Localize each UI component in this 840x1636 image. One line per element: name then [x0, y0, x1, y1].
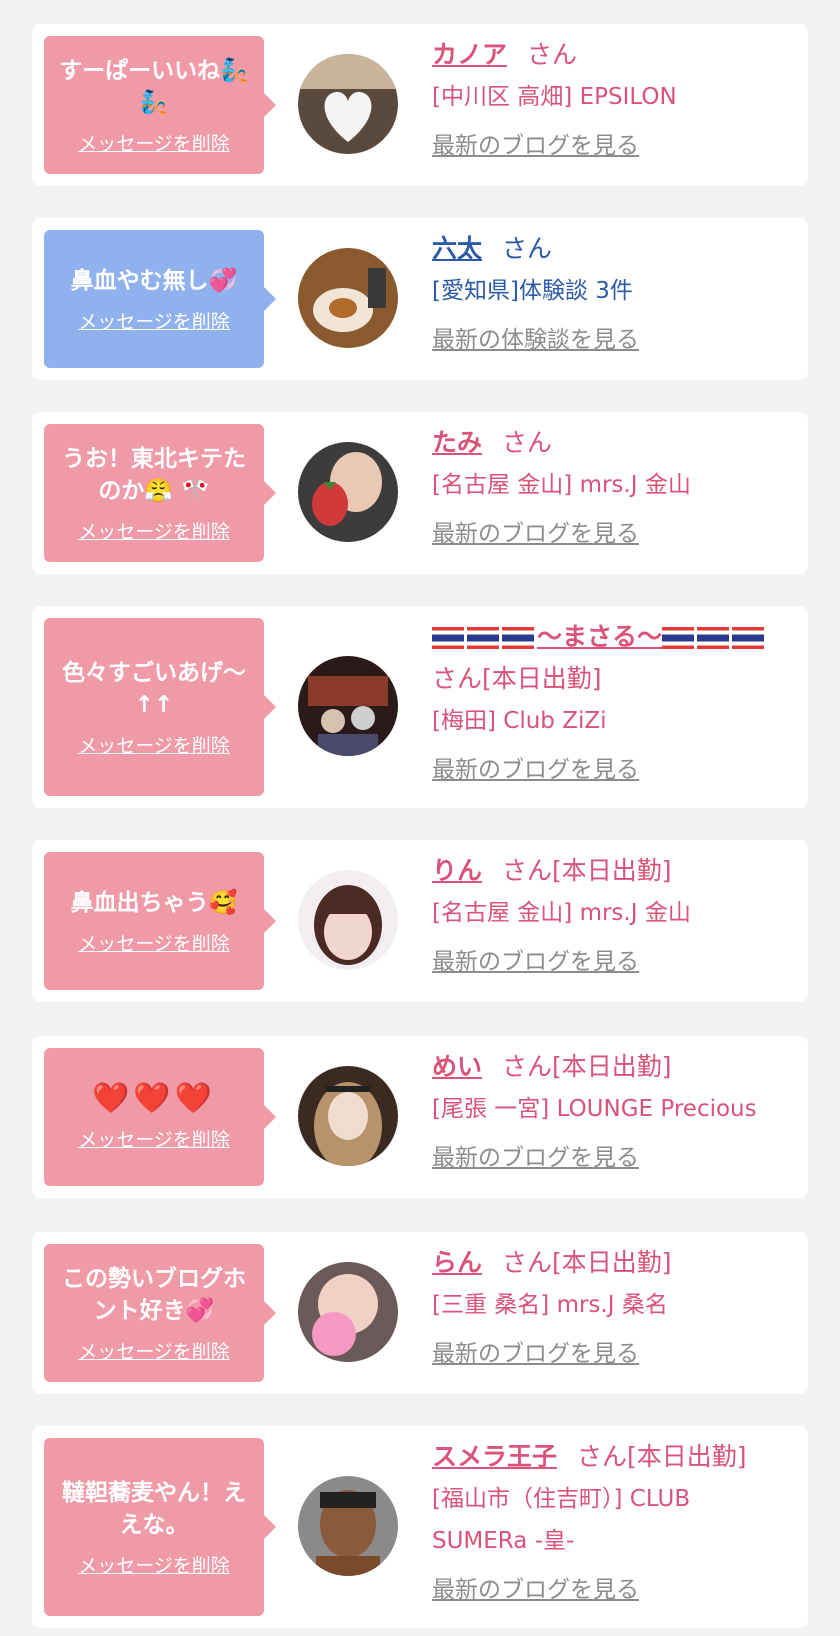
honorific: さん	[527, 40, 578, 69]
avatar[interactable]	[298, 54, 398, 154]
delete-message-link[interactable]: メッセージを削除	[78, 517, 230, 544]
message-bubble: この勢いブログホント好き💞 メッセージを削除	[44, 1244, 276, 1382]
honorific: さん	[502, 234, 553, 263]
profile-name-link[interactable]: スメラ王子	[432, 1442, 557, 1471]
message-text: うお！東北キテたのか😤 🎌	[62, 445, 246, 504]
honorific: さん[本日出勤]	[432, 664, 602, 693]
message-text: 鼻血やむ無し💞	[70, 267, 238, 294]
message-card: 韃靼蕎麦やん！ええな。 メッセージを削除 スメラ王子 さん[本日出勤] [福山市（…	[32, 1426, 808, 1628]
thai-flag-icon	[662, 627, 695, 649]
thai-flag-icon	[432, 627, 464, 649]
delete-message-link[interactable]: メッセージを削除	[78, 1337, 230, 1364]
message-list: すーぱーいいね🧞🧞 メッセージを削除 カノア さん [中川区 高畑] EPSILO…	[0, 0, 840, 1636]
latest-blog-link[interactable]: 最新のブログを見る	[432, 1570, 639, 1604]
message-card: 鼻血やむ無し💞 メッセージを削除 六太 さん [愛知県]体験談 3件 最新の体験談…	[32, 218, 808, 380]
profile-name-link[interactable]: カノア	[432, 40, 507, 69]
profile-info: めい さん[本日出勤] [尾張 一宮] LOUNGE Precious 最新のブロ…	[432, 1046, 788, 1172]
profile-name-link[interactable]: めい	[432, 1052, 482, 1081]
honorific: さん[本日出勤]	[502, 1052, 672, 1081]
latest-blog-link[interactable]: 最新のブログを見る	[432, 1138, 639, 1172]
message-bubble: 色々すごいあげ〜↑↑ メッセージを削除	[44, 618, 276, 796]
latest-blog-link[interactable]: 最新のブログを見る	[432, 942, 639, 976]
profile-info: らん さん[本日出勤] [三重 桑名] mrs.J 桑名 最新のブログを見る	[432, 1242, 788, 1368]
shop-label: [尾張 一宮] LOUNGE Precious	[432, 1096, 757, 1122]
delete-message-link[interactable]: メッセージを削除	[78, 307, 230, 334]
profile-info: りん さん[本日出勤] [名古屋 金山] mrs.J 金山 最新のブログを見る	[432, 850, 788, 976]
message-card: この勢いブログホント好き💞 メッセージを削除 らん さん[本日出勤] [三重 桑名…	[32, 1232, 808, 1394]
avatar[interactable]	[298, 1262, 398, 1362]
thai-flag-icon	[467, 627, 499, 649]
avatar[interactable]	[298, 656, 398, 756]
honorific: さん[本日出勤]	[577, 1442, 747, 1471]
profile-name-link[interactable]: 〜まさる〜	[432, 622, 767, 651]
message-card: 鼻血出ちゃう🥰 メッセージを削除 りん さん[本日出勤] [名古屋 金山] mrs…	[32, 840, 808, 1002]
latest-blog-link[interactable]: 最新のブログを見る	[432, 1334, 639, 1368]
latest-review-link[interactable]: 最新の体験談を見る	[432, 320, 639, 354]
profile-name-link[interactable]: らん	[432, 1248, 482, 1277]
profile-info: 〜まさる〜 さん[本日出勤] [梅田] Club ZiZi 最新のブログを見る	[432, 616, 788, 784]
profile-name-link[interactable]: たみ	[432, 428, 482, 457]
message-bubble: うお！東北キテたのか😤 🎌 メッセージを削除	[44, 424, 276, 562]
honorific: さん[本日出勤]	[502, 856, 672, 885]
message-bubble: すーぱーいいね🧞🧞 メッセージを削除	[44, 36, 276, 174]
message-text: すーぱーいいね🧞🧞	[59, 57, 249, 116]
message-text: 鼻血出ちゃう🥰	[70, 889, 238, 916]
delete-message-link[interactable]: メッセージを削除	[78, 1125, 230, 1152]
latest-blog-link[interactable]: 最新のブログを見る	[432, 514, 639, 548]
profile-info: たみ さん [名古屋 金山] mrs.J 金山 最新のブログを見る	[432, 422, 788, 548]
message-bubble: 鼻血やむ無し💞 メッセージを削除	[44, 230, 276, 368]
thai-flag-icon	[502, 627, 534, 649]
message-text: この勢いブログホント好き💞	[62, 1265, 246, 1324]
avatar[interactable]	[298, 1476, 398, 1576]
message-card: ❤️❤️❤️ メッセージを削除 めい さん[本日出勤] [尾張 一宮] LOUNG…	[32, 1036, 808, 1198]
delete-message-link[interactable]: メッセージを削除	[78, 929, 230, 956]
profile-info: スメラ王子 さん[本日出勤] [福山市（住吉町）] CLUB SUMERa -皇-…	[432, 1436, 788, 1604]
avatar[interactable]	[298, 870, 398, 970]
message-text: ❤️❤️❤️	[91, 1080, 217, 1116]
message-text: 韃靼蕎麦やん！ええな。	[62, 1479, 246, 1538]
profile-info: カノア さん [中川区 高畑] EPSILON 最新のブログを見る	[432, 34, 788, 160]
message-bubble: ❤️❤️❤️ メッセージを削除	[44, 1048, 276, 1186]
avatar[interactable]	[298, 1066, 398, 1166]
honorific: さん[本日出勤]	[502, 1248, 672, 1277]
message-card: うお！東北キテたのか😤 🎌 メッセージを削除 たみ さん [名古屋 金山] mrs…	[32, 412, 808, 574]
delete-message-link[interactable]: メッセージを削除	[78, 1551, 230, 1578]
shop-label: [名古屋 金山] mrs.J 金山	[432, 472, 691, 498]
message-card: 色々すごいあげ〜↑↑ メッセージを削除 〜まさる〜 さん[本日出勤] [梅田] …	[32, 606, 808, 808]
message-text: 色々すごいあげ〜↑↑	[62, 659, 246, 718]
profile-name-link[interactable]: 六太	[432, 234, 482, 263]
profile-name-text: 〜まさる〜	[537, 622, 663, 651]
profile-name-link[interactable]: りん	[432, 856, 482, 885]
latest-blog-link[interactable]: 最新のブログを見る	[432, 126, 639, 160]
message-card: すーぱーいいね🧞🧞 メッセージを削除 カノア さん [中川区 高畑] EPSILO…	[32, 24, 808, 186]
shop-label: [愛知県]体験談 3件	[432, 278, 633, 304]
profile-info: 六太 さん [愛知県]体験談 3件 最新の体験談を見る	[432, 228, 788, 354]
delete-message-link[interactable]: メッセージを削除	[78, 129, 230, 156]
shop-label: [三重 桑名] mrs.J 桑名	[432, 1292, 668, 1318]
shop-label: [中川区 高畑] EPSILON	[432, 84, 677, 110]
honorific: さん	[502, 428, 553, 457]
message-bubble: 韃靼蕎麦やん！ええな。 メッセージを削除	[44, 1438, 276, 1616]
message-bubble: 鼻血出ちゃう🥰 メッセージを削除	[44, 852, 276, 990]
avatar[interactable]	[298, 442, 398, 542]
shop-label: [梅田] Club ZiZi	[432, 708, 607, 734]
avatar[interactable]	[298, 248, 398, 348]
thai-flag-icon	[697, 627, 730, 649]
latest-blog-link[interactable]: 最新のブログを見る	[432, 750, 639, 784]
thai-flag-icon	[732, 627, 765, 649]
shop-label: [名古屋 金山] mrs.J 金山	[432, 900, 691, 926]
shop-label: [福山市（住吉町）] CLUB SUMERa -皇-	[432, 1486, 691, 1554]
delete-message-link[interactable]: メッセージを削除	[78, 731, 230, 758]
